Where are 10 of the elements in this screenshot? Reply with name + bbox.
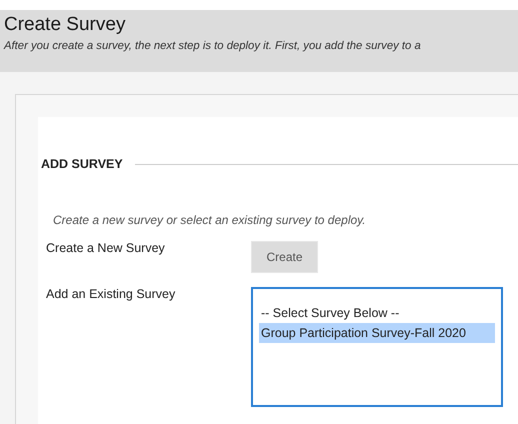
field-label: Add an Existing Survey — [46, 287, 176, 303]
instructions: Create a new survey or select an existing survey to deploy. — [53, 213, 367, 227]
section-heading: ADD SURVEY — [41, 157, 123, 171]
page-title: Create Survey — [4, 14, 126, 36]
survey-listbox[interactable]: -- Select Survey Below -- Group Participation Survey-Fall 2020 — [251, 287, 503, 407]
listbox-option[interactable]: -- Select Survey Below -- — [259, 303, 495, 323]
listbox-option[interactable]: Group Participation Survey-Fall 2020 — [259, 323, 495, 343]
field-label: Create a New Survey — [46, 241, 166, 257]
create-button[interactable]: Create — [251, 241, 318, 273]
page-description: After you create a survey, the next step is to deploy it. First, you add the survey to a — [4, 40, 422, 52]
